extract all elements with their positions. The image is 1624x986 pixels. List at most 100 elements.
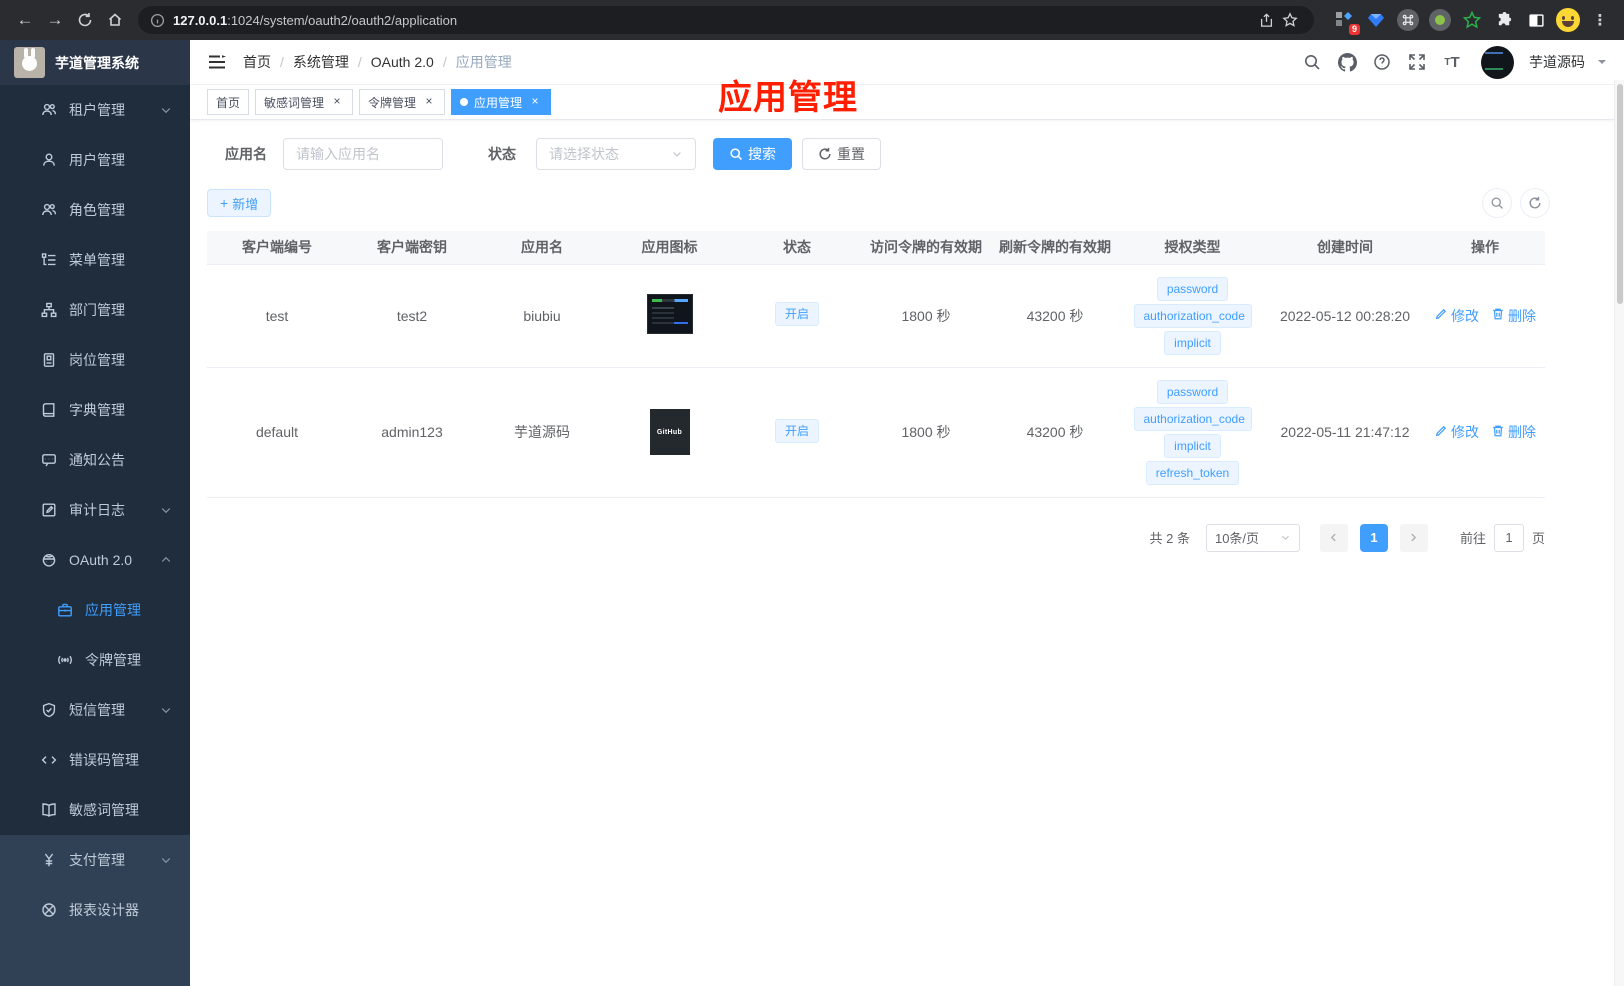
bookmark-star-icon[interactable] (1278, 8, 1302, 32)
cell-access-token-ttl: 1800 秒 (862, 263, 990, 367)
chevron-down-icon (160, 504, 172, 516)
reload-icon[interactable] (70, 5, 100, 35)
search-icon[interactable] (1300, 50, 1324, 74)
command-extension-icon[interactable] (1394, 6, 1422, 34)
total-count: 共 2 条 (1149, 531, 1190, 546)
page-scrollbar[interactable] (1614, 80, 1624, 986)
breadcrumb-item[interactable]: 首页 (243, 52, 271, 72)
sidebar-item-role-users[interactable]: 角色管理 (0, 185, 190, 235)
app-name-input[interactable] (283, 138, 443, 170)
refresh-table-icon[interactable] (1520, 188, 1550, 218)
font-size-icon[interactable]: TT (1440, 50, 1464, 74)
cell-grant-types: password authorization_code implicit refres… (1120, 366, 1265, 498)
close-icon[interactable]: × (422, 95, 436, 109)
sidebar-item-menu-tree[interactable]: 菜单管理 (0, 235, 190, 285)
search-icon (730, 148, 742, 160)
cell-app-icon (607, 263, 732, 367)
edit-button[interactable]: 修改 (1434, 306, 1479, 326)
goto-label: 前往 (1459, 531, 1486, 546)
page-size-select[interactable]: 10条/页 (1205, 523, 1300, 552)
sidebar-item-sms-shield[interactable]: 短信管理 (0, 685, 190, 735)
user-avatar[interactable] (1481, 45, 1514, 79)
extension-grid-icon[interactable]: 9 (1330, 6, 1360, 35)
tab-item[interactable]: 应用管理 × (451, 89, 552, 115)
row-actions: 修改 删除 (1431, 306, 1539, 326)
sidebar-item-sensitive-word-book[interactable]: 敏感词管理 (0, 785, 190, 835)
url-bar[interactable]: 127.0.0.1:1024/system/oauth2/oauth2/appl… (138, 6, 1314, 34)
browser-menu-icon[interactable]: ⋮ (1586, 6, 1614, 34)
sidebar-item-errorcode[interactable]: 错误码管理 (0, 735, 190, 785)
sidebar-item-notice-message[interactable]: 通知公告 (0, 435, 190, 485)
collapse-sidebar-icon[interactable] (207, 52, 227, 72)
sidebar-item-label: 应用管理 (85, 602, 141, 618)
status-select[interactable]: 请选择状态 (536, 138, 696, 170)
post-badge-icon (41, 352, 57, 368)
tab-item[interactable]: 敏感词管理 × (255, 89, 354, 115)
star-extension-icon[interactable] (1458, 6, 1486, 34)
tab-item[interactable]: 令牌管理 × (359, 89, 446, 115)
sidebar-item-oauth[interactable]: OAuth 2.0 (0, 535, 190, 585)
sidebar-item-application-briefcase[interactable]: 应用管理 (0, 585, 190, 635)
prev-page-button[interactable] (1319, 523, 1348, 552)
share-icon[interactable] (1254, 8, 1278, 32)
column-header: 授权类型 (1120, 231, 1265, 264)
sidebar-item-label: 支付管理 (69, 852, 125, 868)
breadcrumb-item[interactable]: OAuth 2.0 (371, 54, 434, 70)
fullscreen-icon[interactable] (1405, 50, 1429, 74)
close-icon[interactable]: × (330, 95, 344, 109)
goto-page-input[interactable] (1493, 523, 1524, 552)
user-dropdown-caret-icon[interactable] (1598, 60, 1606, 68)
sidebar-item-report-designer[interactable]: 报表设计器 (0, 885, 190, 935)
profile-avatar-icon[interactable] (1554, 6, 1582, 34)
sidebar-item-label: 菜单管理 (69, 252, 125, 268)
sidebar-menu: 租户管理 用户管理 角色管理菜单管理部门管理岗位管理字典管理 通知公告 审计日志 OAut… (0, 85, 190, 986)
reset-button[interactable]: 重置 (802, 138, 881, 170)
table-body: test test2 biubiu 开启 1800 秒 43200 秒 password au… (207, 263, 1545, 498)
gem-extension-icon[interactable] (1362, 6, 1390, 34)
edit-button[interactable]: 修改 (1434, 422, 1479, 442)
sidebar-item-post-badge[interactable]: 岗位管理 (0, 335, 190, 385)
refresh-icon (819, 147, 831, 160)
app-logo-row[interactable]: 芋道管理系统 (0, 40, 190, 85)
back-icon[interactable]: ← (10, 5, 40, 35)
search-button[interactable]: 搜索 (713, 138, 792, 170)
scrollbar-thumb[interactable] (1617, 84, 1623, 304)
delete-button[interactable]: 删除 (1491, 422, 1536, 442)
tab-item[interactable]: 首页 (207, 89, 250, 115)
puzzle-extensions-icon[interactable] (1490, 6, 1518, 34)
sidebar-item-label: 岗位管理 (69, 352, 125, 368)
help-icon[interactable] (1370, 50, 1394, 74)
side-panel-icon[interactable] (1522, 6, 1550, 34)
forward-icon[interactable]: → (40, 5, 70, 35)
sidebar-item-dictionary[interactable]: 字典管理 (0, 385, 190, 435)
add-button[interactable]: + 新增 (207, 189, 272, 217)
site-info-icon[interactable] (150, 13, 165, 28)
close-icon[interactable]: × (528, 95, 542, 109)
sidebar-item-pay-yen[interactable]: 支付管理 (0, 835, 190, 885)
sidebar-item-org-chart[interactable]: 部门管理 (0, 285, 190, 335)
page-content: 应用名 状态 请选择状态 搜索 重置 + 新增 (190, 120, 1624, 552)
sensitive-word-book-icon (41, 802, 57, 818)
extension-badge: 9 (1348, 24, 1360, 35)
browser-toolbar: ← → 127.0.0.1:1024/system/oauth2/oauth2/… (0, 0, 1624, 40)
next-page-button[interactable] (1399, 523, 1428, 552)
cell-actions: 修改 删除 (1425, 366, 1545, 498)
show-search-icon[interactable] (1482, 188, 1512, 218)
sidebar-item-token-signal[interactable]: 令牌管理 (0, 635, 190, 685)
chevron-left-icon (1331, 533, 1337, 542)
breadcrumb-item[interactable]: 系统管理 (293, 52, 349, 72)
home-icon[interactable] (100, 5, 130, 35)
page-number-1[interactable]: 1 (1359, 523, 1388, 552)
sidebar-item-label: OAuth 2.0 (69, 552, 133, 568)
cell-created-time: 2022-05-11 21:47:12 (1265, 366, 1425, 498)
github-icon[interactable] (1335, 50, 1359, 74)
tags-view-bar: 首页 敏感词管理 × 令牌管理 × 应用管理 × (190, 85, 1624, 120)
delete-button[interactable]: 删除 (1491, 306, 1536, 326)
grant-type-tag: refresh_token (1145, 460, 1240, 485)
record-extension-icon[interactable] (1426, 6, 1454, 34)
sidebar-item-user[interactable]: 用户管理 (0, 135, 190, 185)
username: 芋道源码 (1529, 54, 1585, 70)
sidebar-item-tenant-users[interactable]: 租户管理 (0, 85, 190, 135)
sidebar-item-audit-log[interactable]: 审计日志 (0, 485, 190, 535)
app-name-label: 应用名 (225, 146, 267, 162)
